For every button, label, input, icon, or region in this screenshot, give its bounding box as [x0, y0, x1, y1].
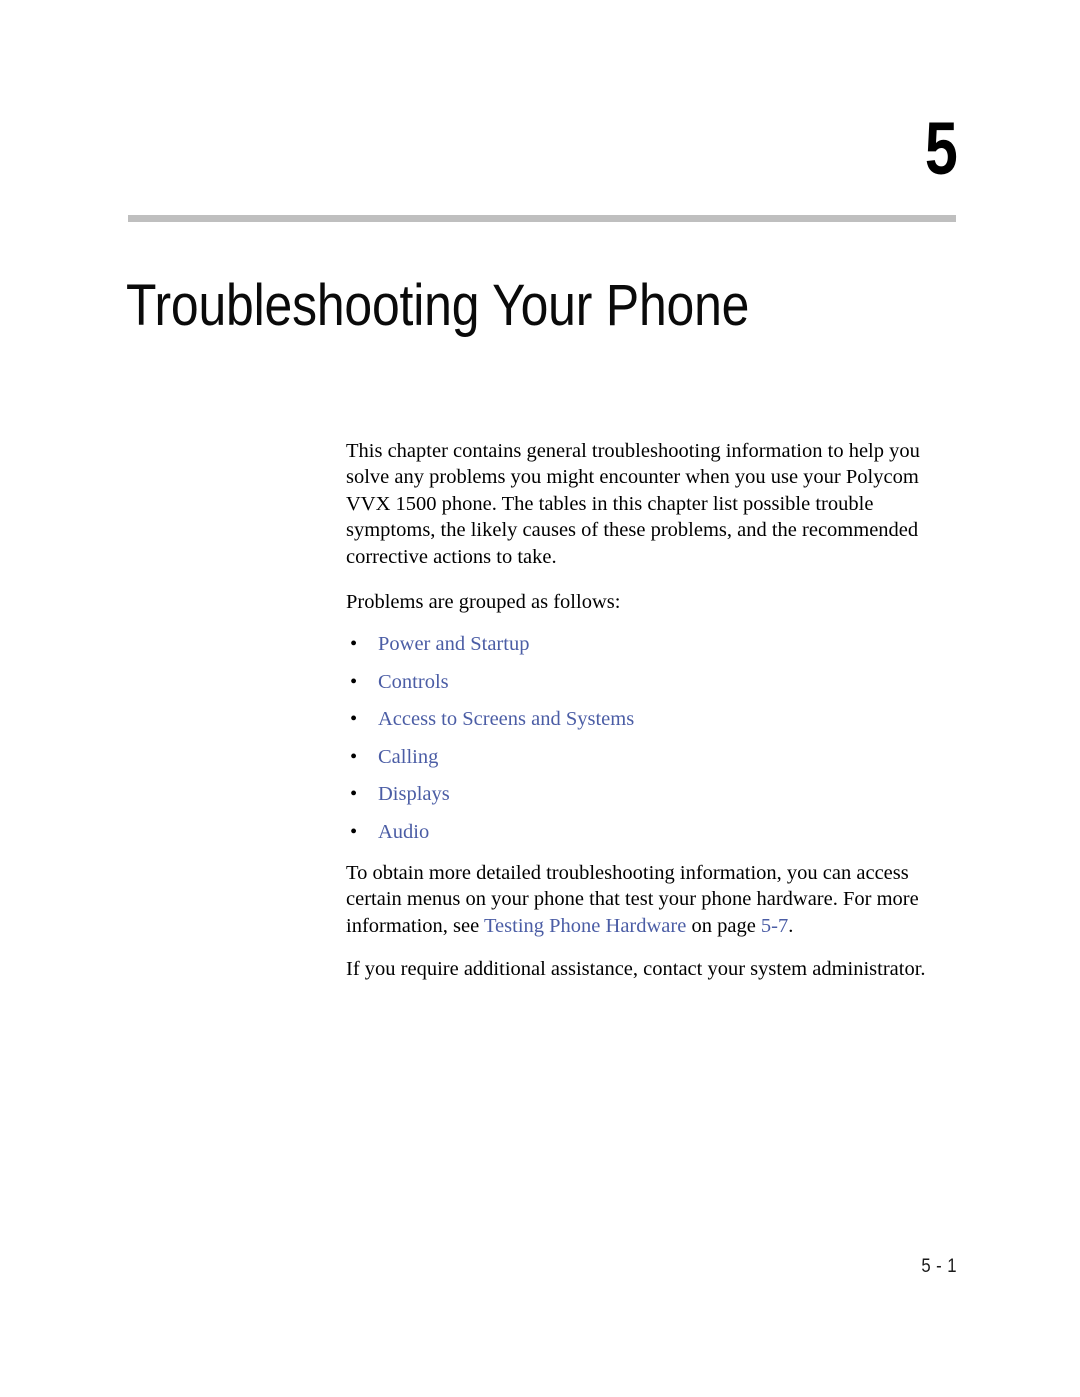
link-controls[interactable]: Controls: [378, 671, 449, 693]
document-page: 5 Troubleshooting Your Phone This chapte…: [0, 0, 1080, 1397]
detail-text-between: on page: [686, 914, 761, 937]
list-item: • Displays: [346, 782, 946, 806]
list-item: • Calling: [346, 745, 946, 769]
link-testing-phone-hardware[interactable]: Testing Phone Hardware: [484, 915, 686, 937]
list-item: • Audio: [346, 820, 946, 844]
detail-paragraph: To obtain more detailed troubleshooting …: [346, 860, 946, 939]
link-page-5-7[interactable]: 5-7: [761, 915, 788, 937]
bullet-icon: •: [350, 783, 358, 806]
page-number-footer: 5 - 1: [921, 1256, 957, 1277]
list-item: • Power and Startup: [346, 632, 946, 656]
page-title: Troubleshooting Your Phone: [126, 272, 750, 338]
topic-link-list: • Power and Startup • Controls • Access …: [346, 632, 946, 844]
list-item: • Access to Screens and Systems: [346, 707, 946, 731]
link-displays[interactable]: Displays: [378, 783, 450, 805]
title-divider-rule: [128, 215, 956, 222]
bullet-icon: •: [350, 820, 358, 843]
bullet-icon: •: [350, 708, 358, 731]
link-access-to-screens-and-systems[interactable]: Access to Screens and Systems: [378, 708, 634, 730]
assistance-paragraph: If you require additional assistance, co…: [346, 958, 926, 981]
list-item: • Controls: [346, 670, 946, 694]
body-content: This chapter contains general troublesho…: [346, 438, 946, 983]
bullet-icon: •: [350, 670, 358, 693]
intro-paragraph: This chapter contains general troublesho…: [346, 440, 920, 568]
link-power-and-startup[interactable]: Power and Startup: [378, 633, 529, 655]
detail-text-after: .: [788, 914, 794, 937]
chapter-number: 5: [924, 107, 958, 190]
grouped-as-follows-lead: Problems are grouped as follows:: [346, 591, 621, 614]
bullet-icon: •: [350, 633, 358, 656]
bullet-icon: •: [350, 745, 358, 768]
link-audio[interactable]: Audio: [378, 821, 429, 843]
link-calling[interactable]: Calling: [378, 746, 438, 768]
